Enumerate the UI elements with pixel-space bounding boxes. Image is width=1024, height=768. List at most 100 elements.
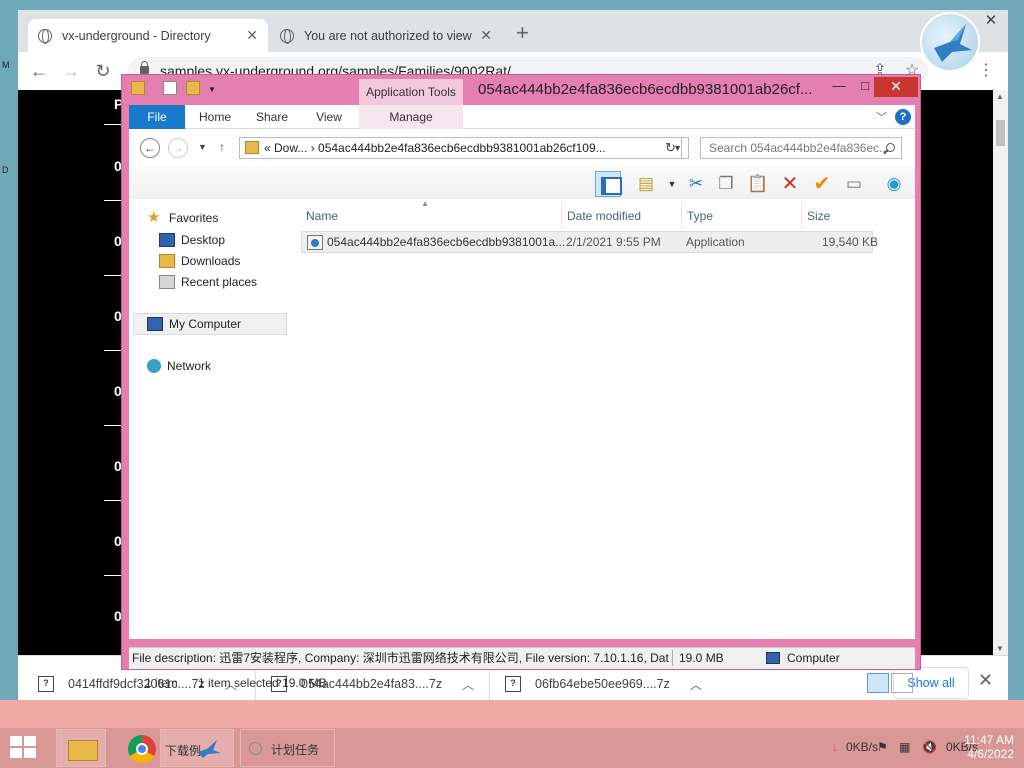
new-tab-button[interactable]: +	[516, 22, 529, 44]
nav-favorites[interactable]: ★ Favorites	[147, 210, 218, 225]
scroll-up-icon[interactable]: ▲	[996, 92, 1004, 101]
globe-icon[interactable]: ◉	[881, 171, 907, 197]
back-icon[interactable]: ←	[140, 138, 160, 158]
application-icon	[307, 235, 323, 250]
flag-icon[interactable]: ⚑	[877, 740, 888, 754]
address-prefix[interactable]: « Dow... ›	[264, 141, 315, 155]
tab-manage[interactable]: Manage	[359, 105, 463, 129]
details-bar: File description: 迅雷7安装程序, Company: 深圳市迅…	[129, 647, 915, 669]
rename-icon[interactable]: ✔	[809, 171, 835, 197]
details-size: 19.0 MB	[679, 651, 724, 665]
customize-dropdown-icon[interactable]: ▼	[208, 85, 222, 99]
dropdown-icon[interactable]: ▼	[659, 171, 685, 197]
nav-recent-places[interactable]: Recent places	[159, 275, 257, 289]
delete-icon[interactable]: ✕	[777, 171, 803, 197]
lock-icon	[140, 61, 149, 74]
help-icon[interactable]: ?	[895, 109, 911, 125]
nav-downloads[interactable]: Downloads	[159, 254, 240, 268]
file-description: File description: 迅雷7安装程序, Company: 深圳市迅…	[132, 651, 669, 665]
start-windows-icon[interactable]	[10, 736, 38, 760]
tab-home[interactable]: Home	[193, 105, 237, 129]
details-view-icon[interactable]	[867, 673, 889, 693]
volume-muted-icon[interactable]: 🔇	[922, 740, 937, 754]
column-separator[interactable]	[561, 203, 562, 229]
search-placeholder: Search 054ac444bb2e4fa836ec...	[709, 141, 890, 155]
file-name: 054ac444bb2e4fa836ecb6ecdbb9381001a...	[327, 235, 566, 249]
selection-info: 1 item selected 19.0 MB	[198, 676, 327, 690]
explorer-window: ▼ Application Tools 054ac444bb2e4fa836ec…	[121, 74, 922, 693]
tab-file[interactable]: File	[129, 105, 185, 129]
preview-pane-icon[interactable]	[595, 171, 622, 197]
file-list: ▲ Name Date modified Type Size 054ac444b…	[299, 199, 915, 641]
globe-icon	[38, 28, 52, 44]
reload-icon[interactable]: ↻	[92, 60, 114, 82]
folder-icon	[245, 141, 259, 154]
address-path[interactable]: 054ac444bb2e4fa836ecb6ecdbb9381001ab26cf…	[318, 141, 606, 155]
network-status-icon[interactable]: ▦	[899, 740, 910, 754]
bird-icon	[934, 24, 972, 62]
column-header-date[interactable]: Date modified	[567, 209, 641, 223]
taskbar-explorer-button[interactable]	[56, 729, 106, 767]
address-bar[interactable]: « Dow... › 054ac444bb2e4fa836ecb6ecdbb93…	[239, 137, 689, 159]
tab-vx-underground[interactable]: vx-underground - Directory ✕	[28, 19, 268, 52]
item-count: 1 item	[145, 676, 178, 690]
details-location: Computer	[787, 651, 840, 665]
properties-icon[interactable]: ▭	[841, 171, 867, 197]
download-arrow-icon[interactable]: ↓	[832, 740, 838, 754]
column-separator[interactable]	[801, 203, 802, 229]
system-clock[interactable]: 11:47 AM 4/6/2022	[952, 733, 1014, 761]
ribbon-tabs: File Home Share View Manage ﹀ ?	[129, 105, 915, 129]
background-fragment: D	[2, 165, 9, 175]
paste-icon[interactable]: 📋	[745, 171, 771, 197]
tab-not-authorized[interactable]: You are not authorized to view th ✕	[270, 19, 502, 52]
close-icon[interactable]: ✕	[978, 670, 993, 691]
nav-my-computer[interactable]: My Computer	[147, 317, 241, 331]
back-arrow-icon[interactable]: ←	[28, 60, 50, 82]
select-icon[interactable]: ▤	[633, 171, 659, 197]
forward-arrow-icon[interactable]: →	[60, 60, 82, 82]
computer-icon	[147, 317, 163, 331]
task-label: 计划任务	[271, 743, 320, 757]
nav-label: Recent places	[181, 275, 258, 289]
chevron-down-icon[interactable]: ﹀	[876, 109, 887, 125]
nav-network[interactable]: Network	[147, 359, 211, 373]
minimize-button[interactable]: —	[826, 77, 852, 97]
tab-label: vx-underground - Directory	[62, 28, 211, 43]
taskbar-thunder-button[interactable]: 下载例	[160, 729, 234, 767]
page-scrollbar[interactable]: ▲ ▼	[993, 90, 1008, 655]
nav-desktop[interactable]: Desktop	[159, 233, 225, 247]
refresh-icon[interactable]: ↻	[660, 137, 682, 159]
file-date: 2/1/2021 9:55 PM	[566, 235, 661, 249]
up-arrow-icon[interactable]: ↑	[219, 140, 225, 154]
large-icons-view-icon[interactable]	[891, 673, 913, 693]
downloads-folder-icon	[159, 254, 175, 268]
recent-locations-icon[interactable]: ▼	[198, 142, 207, 152]
tab-close-icon[interactable]: ✕	[480, 27, 492, 44]
thunder-bird-widget[interactable]	[920, 12, 980, 72]
forward-icon[interactable]: →	[168, 138, 188, 158]
command-toolbar: ▤ ▼ ✂ ❐ 📋 ✕ ✔ ▭ ◉	[129, 167, 915, 199]
search-input[interactable]: Search 054ac444bb2e4fa836ec...	[700, 137, 902, 159]
background-fragment: M	[2, 60, 10, 70]
explorer-title-bar[interactable]: ▼ Application Tools 054ac444bb2e4fa836ec…	[122, 75, 922, 105]
scroll-thumb[interactable]	[996, 120, 1005, 146]
taskbar-scheduled-tasks[interactable]: 计划任务	[240, 729, 335, 767]
navigation-pane: ★ Favorites Desktop Downloads Recent pla…	[129, 201, 289, 671]
column-separator[interactable]	[681, 203, 682, 229]
column-header-size[interactable]: Size	[807, 209, 830, 223]
tab-share[interactable]: Share	[249, 105, 295, 129]
tab-close-icon[interactable]: ✕	[246, 27, 258, 44]
taskbar: 下载例 计划任务 ↓ 0KB/s ⚑ ▦ 🔇 0KB/s 11:47 AM 4/…	[0, 728, 1024, 768]
file-row[interactable]: 054ac444bb2e4fa836ecb6ecdbb9381001a... 2…	[301, 231, 878, 253]
taskbar-chrome-button[interactable]	[116, 729, 166, 767]
column-header-name[interactable]: Name	[306, 209, 338, 223]
cut-icon[interactable]: ✂	[683, 171, 709, 197]
column-header-type[interactable]: Type	[687, 209, 713, 223]
new-folder-icon[interactable]	[186, 81, 200, 95]
nav-label: Desktop	[181, 233, 226, 247]
tab-view[interactable]: View	[309, 105, 349, 129]
properties-icon[interactable]	[163, 81, 177, 95]
copy-icon[interactable]: ❐	[713, 171, 739, 197]
close-button[interactable]: ✕	[874, 77, 918, 97]
scroll-down-icon[interactable]: ▼	[996, 644, 1004, 653]
